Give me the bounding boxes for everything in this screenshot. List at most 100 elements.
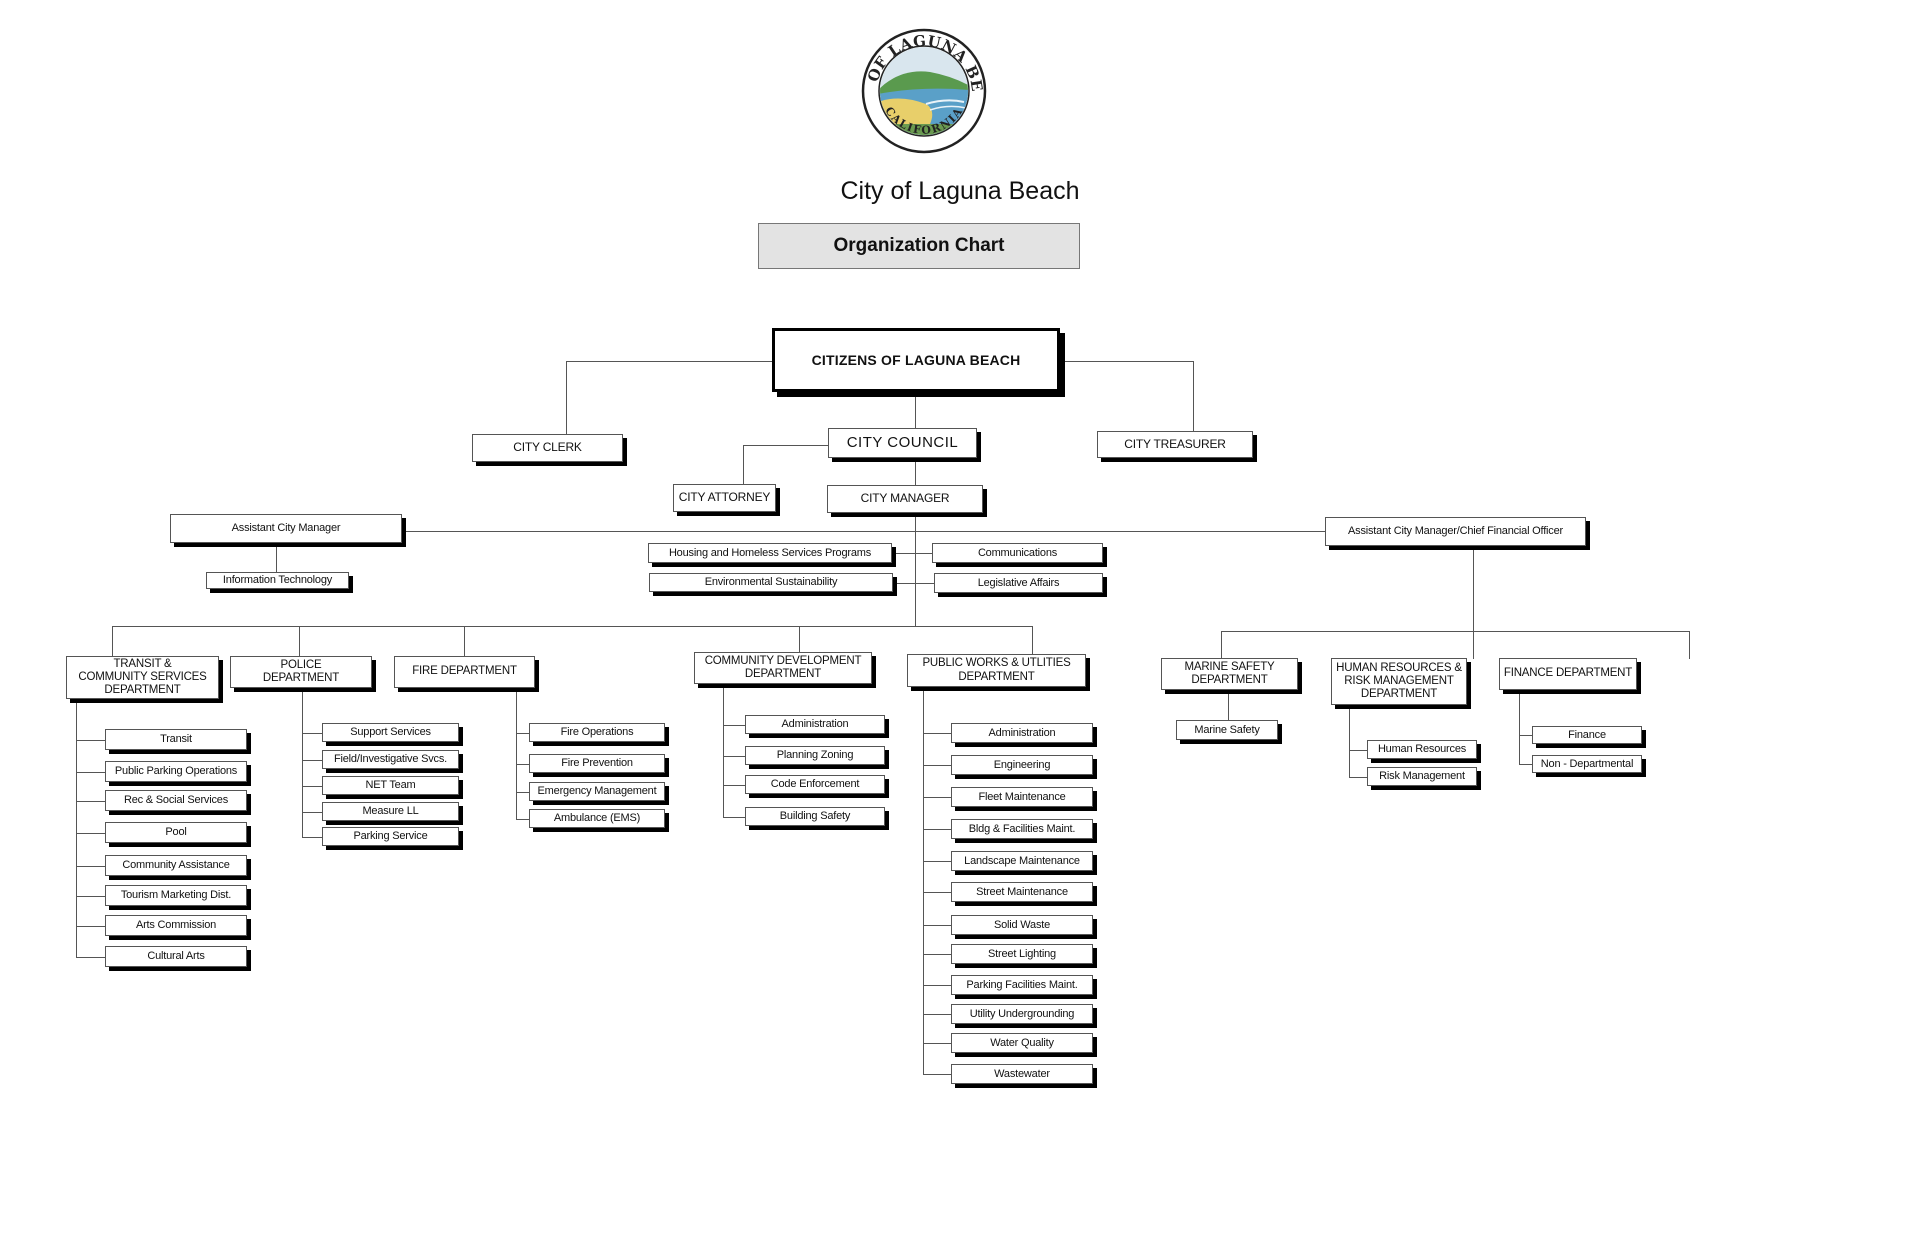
sub-unit-box[interactable]: Water Quality — [951, 1033, 1093, 1053]
sub-unit-box[interactable]: Finance — [1532, 726, 1642, 744]
connector-line — [723, 725, 746, 727]
city-clerk-box[interactable]: CITY CLERK — [472, 434, 623, 462]
connector-line — [76, 801, 106, 803]
page-title: City of Laguna Beach — [840, 177, 1080, 205]
connector-line — [743, 445, 829, 447]
connector-line — [923, 687, 925, 1075]
sub-unit-box[interactable]: Human Resources — [1367, 740, 1477, 759]
connector-line — [893, 583, 935, 585]
sub-unit-box[interactable]: Administration — [745, 715, 885, 734]
sub-unit-box[interactable]: Planning Zoning — [745, 746, 885, 765]
sub-unit-box[interactable]: Risk Management — [1367, 767, 1477, 786]
connector-line — [76, 957, 106, 959]
city-seal-icon: CITY OF LAGUNA BEACH CALIFORNIA — [853, 14, 987, 154]
connector-line — [302, 837, 323, 839]
legislative-affairs-box[interactable]: Legislative Affairs — [934, 573, 1103, 593]
sub-unit-box[interactable]: Arts Commission — [105, 915, 247, 936]
sub-unit-box[interactable]: Code Enforcement — [745, 775, 885, 794]
connector-line — [302, 688, 304, 838]
connector-line — [76, 833, 106, 835]
sub-unit-box[interactable]: Ambulance (EMS) — [529, 809, 665, 828]
sub-unit-box[interactable]: Field/Investigative Svcs. — [322, 750, 459, 769]
sub-unit-box[interactable]: Landscape Maintenance — [951, 851, 1093, 871]
sub-unit-box[interactable]: Solid Waste — [951, 915, 1093, 935]
connector-line — [1349, 777, 1368, 779]
connector-line — [76, 740, 106, 742]
chart-subtitle: Organization Chart — [758, 223, 1080, 269]
city-treasurer-box[interactable]: CITY TREASURER — [1097, 431, 1253, 458]
connector-line — [923, 861, 952, 863]
sub-unit-box[interactable]: Building Safety — [745, 807, 885, 826]
city-manager-box[interactable]: CITY MANAGER — [827, 485, 983, 513]
connector-line — [1519, 690, 1521, 765]
environmental-sustainability-box[interactable]: Environmental Sustainability — [649, 573, 893, 592]
sub-unit-box[interactable]: Parking Facilities Maint. — [951, 975, 1093, 995]
department-box[interactable]: FINANCE DEPARTMENT — [1499, 658, 1637, 690]
connector-line — [799, 626, 801, 653]
sub-unit-box[interactable]: Street Maintenance — [951, 882, 1093, 902]
department-box[interactable]: COMMUNITY DEVELOPMENT DEPARTMENT — [694, 652, 872, 684]
department-box[interactable]: MARINE SAFETY DEPARTMENT — [1161, 658, 1298, 690]
connector-line — [1228, 690, 1230, 721]
sub-unit-box[interactable]: Administration — [951, 723, 1093, 743]
connector-line — [923, 925, 952, 927]
citizens-box[interactable]: CITIZENS OF LAGUNA BEACH — [772, 328, 1060, 392]
connector-line — [1349, 750, 1368, 752]
housing-homeless-box[interactable]: Housing and Homeless Services Programs — [648, 543, 892, 563]
connector-line — [915, 392, 917, 429]
connector-line — [923, 765, 952, 767]
connector-line — [516, 819, 530, 821]
city-council-box[interactable]: CITY COUNCIL — [828, 428, 977, 458]
department-box[interactable]: TRANSIT & COMMUNITY SERVICES DEPARTMENT — [66, 656, 219, 699]
information-technology-box[interactable]: Information Technology — [206, 572, 349, 589]
sub-unit-box[interactable]: Cultural Arts — [105, 946, 247, 967]
connector-line — [1473, 631, 1475, 659]
connector-line — [923, 892, 952, 894]
sub-unit-box[interactable]: NET Team — [322, 776, 459, 795]
sub-unit-box[interactable]: Street Lighting — [951, 944, 1093, 964]
connector-line — [76, 772, 106, 774]
connector-line — [516, 764, 530, 766]
connector-line — [302, 786, 323, 788]
connector-line — [892, 553, 933, 555]
sub-unit-box[interactable]: Measure LL — [322, 802, 459, 821]
department-box[interactable]: HUMAN RESOURCES & RISK MANAGEMENT DEPART… — [1331, 658, 1467, 705]
sub-unit-box[interactable]: Wastewater — [951, 1064, 1093, 1084]
communications-box[interactable]: Communications — [932, 543, 1103, 563]
connector-line — [112, 626, 114, 657]
sub-unit-box[interactable]: Rec & Social Services — [105, 790, 247, 811]
connector-line — [723, 785, 746, 787]
sub-unit-box[interactable]: Pool — [105, 822, 247, 843]
sub-unit-box[interactable]: Public Parking Operations — [105, 761, 247, 782]
connector-line — [302, 733, 323, 735]
sub-unit-box[interactable]: Tourism Marketing Dist. — [105, 885, 247, 906]
acm-cfo-box[interactable]: Assistant City Manager/Chief Financial O… — [1325, 517, 1586, 546]
department-box[interactable]: POLICE DEPARTMENT — [230, 656, 372, 688]
sub-unit-box[interactable]: Emergency Management — [529, 782, 665, 801]
department-box[interactable]: FIRE DEPARTMENT — [394, 656, 535, 688]
sub-unit-box[interactable]: Fire Prevention — [529, 754, 665, 773]
assistant-city-manager-box[interactable]: Assistant City Manager — [170, 514, 402, 543]
connector-line — [76, 926, 106, 928]
department-box[interactable]: PUBLIC WORKS & UTLITIES DEPARTMENT — [907, 654, 1086, 687]
connector-line — [1473, 546, 1475, 632]
connector-line — [923, 733, 952, 735]
sub-unit-box[interactable]: Utility Undergrounding — [951, 1004, 1093, 1024]
connector-line — [923, 1043, 952, 1045]
sub-unit-box[interactable]: Marine Safety — [1176, 720, 1278, 740]
sub-unit-box[interactable]: Non - Departmental — [1532, 755, 1642, 773]
city-attorney-box[interactable]: CITY ATTORNEY — [673, 484, 776, 512]
sub-unit-box[interactable]: Support Services — [322, 723, 459, 742]
sub-unit-box[interactable]: Fire Operations — [529, 723, 665, 742]
connector-line — [1221, 631, 1223, 659]
sub-unit-box[interactable]: Engineering — [951, 755, 1093, 775]
sub-unit-box[interactable]: Fleet Maintenance — [951, 787, 1093, 807]
sub-unit-box[interactable]: Community Assistance — [105, 855, 247, 876]
connector-line — [566, 361, 773, 363]
connector-line — [923, 797, 952, 799]
connector-line — [76, 866, 106, 868]
city-seal-logo: CITY OF LAGUNA BEACH CALIFORNIA — [853, 14, 988, 154]
sub-unit-box[interactable]: Transit — [105, 729, 247, 750]
sub-unit-box[interactable]: Parking Service — [322, 827, 459, 846]
sub-unit-box[interactable]: Bldg & Facilities Maint. — [951, 819, 1093, 839]
